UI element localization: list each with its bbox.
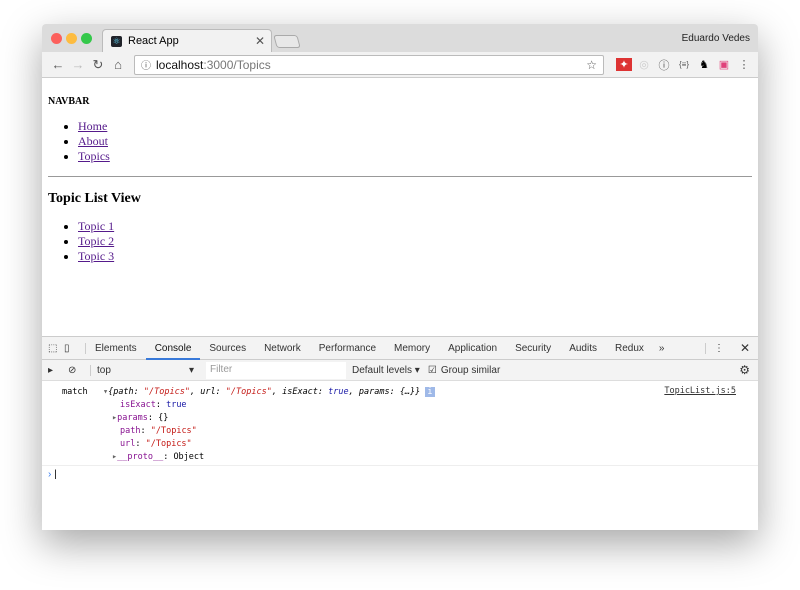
info-icon: ⓘ [141, 61, 151, 72]
dropdown-arrow-icon: ▾ [188, 364, 194, 376]
nav-link-topics[interactable]: Topics [78, 149, 110, 163]
tab-bar: ⚛ React App ✕ Eduardo Vedes [42, 24, 758, 52]
summary-text: "/Topics" [225, 387, 272, 397]
page-heading: Topic List View [48, 191, 141, 206]
topic-list: Topic 1 Topic 2 Topic 3 [78, 219, 752, 264]
summary-text: , params: {…}} [348, 387, 421, 397]
topic-link[interactable]: Topic 1 [78, 219, 114, 233]
group-similar-label: Group similar [440, 364, 501, 376]
back-icon[interactable]: ← [48, 57, 68, 72]
property-row[interactable]: ▸params: {} [42, 412, 758, 425]
context-select[interactable]: top ▾ [90, 364, 200, 376]
property-row: url: "/Topics" [120, 439, 192, 449]
extension-icon[interactable]: ⓘ [656, 57, 672, 73]
url-host: localhost [156, 57, 204, 72]
devtools-panel: ⬚ ▯ Elements Console Sources Network Per… [42, 336, 758, 483]
context-value: top [97, 364, 111, 376]
group-similar-checkbox[interactable]: ☑ [428, 365, 437, 376]
summary-text: true [328, 387, 349, 397]
navbar-title: NAVBAR [48, 96, 90, 107]
clear-console-icon[interactable]: ⊘ [68, 365, 90, 376]
more-tabs-icon[interactable]: » [653, 343, 671, 354]
close-devtools-icon[interactable]: ✕ [732, 341, 758, 355]
levels-dropdown[interactable]: Default levels ▾ [352, 365, 420, 376]
prop-key: __proto__ [117, 452, 164, 462]
tab-sources[interactable]: Sources [200, 337, 255, 360]
property-row[interactable]: ▸__proto__: Object [42, 451, 758, 464]
source-link[interactable]: TopicList.js:5 [664, 386, 736, 396]
prop-value: "/Topics" [150, 426, 197, 436]
url-path: :3000/Topics [203, 57, 271, 72]
tab-audits[interactable]: Audits [560, 337, 606, 360]
devtools-tabs: ⬚ ▯ Elements Console Sources Network Per… [42, 337, 758, 360]
devtools-menu-icon[interactable]: ⋮ [704, 342, 732, 354]
console-prompt[interactable]: › | [42, 466, 758, 483]
nav-link-about[interactable]: About [78, 134, 108, 148]
divider [48, 176, 752, 177]
tab-redux[interactable]: Redux [606, 337, 653, 360]
sidebar-toggle-icon[interactable]: ▸ [48, 365, 68, 376]
inspect-element-icon[interactable]: ⬚ [48, 343, 64, 354]
prop-value: "/Topics" [145, 439, 192, 449]
home-icon[interactable]: ⌂ [108, 57, 128, 72]
browser-window: ⚛ React App ✕ Eduardo Vedes ← → ↻ ⌂ ⓘ lo… [42, 24, 758, 530]
browser-tab[interactable]: ⚛ React App ✕ [102, 29, 272, 52]
minimize-window-button[interactable] [66, 33, 77, 44]
device-toolbar-icon[interactable]: ▯ [64, 342, 86, 354]
react-icon: ⚛ [111, 35, 122, 47]
profile-name[interactable]: Eduardo Vedes [682, 33, 750, 44]
tab-network[interactable]: Network [255, 337, 310, 360]
property-row: isExact: true [120, 400, 187, 410]
tab-security[interactable]: Security [506, 337, 560, 360]
log-label: match [62, 387, 88, 397]
close-tab-icon[interactable]: ✕ [255, 34, 265, 48]
reload-icon[interactable]: ↻ [88, 57, 108, 73]
property-row: path: "/Topics" [120, 426, 197, 436]
address-bar[interactable]: ⓘ localhost:3000/Topics ☆ [134, 54, 604, 75]
tab-performance[interactable]: Performance [310, 337, 385, 360]
prop-value: Object [173, 452, 205, 462]
close-window-button[interactable] [51, 33, 62, 44]
redux-extension-icon[interactable]: ▣ [716, 58, 732, 71]
info-badge-icon[interactable]: i [425, 387, 435, 397]
summary-text: "/Topics" [143, 387, 190, 397]
prop-key: isExact [120, 400, 156, 410]
summary-text: {path: [108, 387, 144, 397]
console-toolbar: ▸ ⊘ top ▾ Filter Default levels ▾ ☑ Group… [42, 360, 758, 381]
topic-link[interactable]: Topic 3 [78, 249, 114, 263]
prop-key: path [120, 426, 141, 436]
prop-value: true [166, 400, 187, 410]
new-tab-button[interactable] [273, 35, 301, 48]
tab-title: React App [128, 35, 179, 47]
tab-application[interactable]: Application [439, 337, 506, 360]
summary-text: , url: [189, 387, 226, 397]
prop-value: {} [158, 413, 169, 423]
filter-input[interactable]: Filter [206, 361, 346, 379]
settings-gear-icon[interactable]: ⚙ [739, 363, 758, 377]
tab-elements[interactable]: Elements [86, 337, 146, 360]
bookmark-star-icon[interactable]: ☆ [586, 58, 597, 72]
extension-icon[interactable]: ✦ [616, 58, 632, 71]
browser-toolbar: ← → ↻ ⌂ ⓘ localhost:3000/Topics ☆ ✦ ◎ ⓘ … [42, 52, 758, 78]
nav-link-home[interactable]: Home [78, 119, 107, 133]
console-output: match ▾{path: "/Topics", url: "/Topics",… [42, 381, 758, 466]
maximize-window-button[interactable] [81, 33, 92, 44]
topic-link[interactable]: Topic 2 [78, 234, 114, 248]
nav-list: Home About Topics [78, 119, 752, 164]
extension-icon[interactable]: ♞ [696, 58, 712, 71]
page-content: NAVBAR Home About Topics Topic List View… [42, 78, 758, 336]
console-message[interactable]: match ▾{path: "/Topics", url: "/Topics",… [42, 386, 758, 399]
extension-icon[interactable]: {≡} [676, 60, 692, 69]
menu-kebab-icon[interactable]: ⋮ [736, 58, 752, 71]
prop-key: params [117, 413, 148, 423]
extension-icon[interactable]: ◎ [636, 58, 652, 71]
prop-key: url [120, 439, 136, 449]
tab-memory[interactable]: Memory [385, 337, 439, 360]
levels-label: Default levels [352, 364, 413, 376]
forward-icon[interactable]: → [68, 57, 88, 72]
tab-console[interactable]: Console [145, 337, 201, 360]
summary-text: , isExact: [271, 387, 329, 397]
